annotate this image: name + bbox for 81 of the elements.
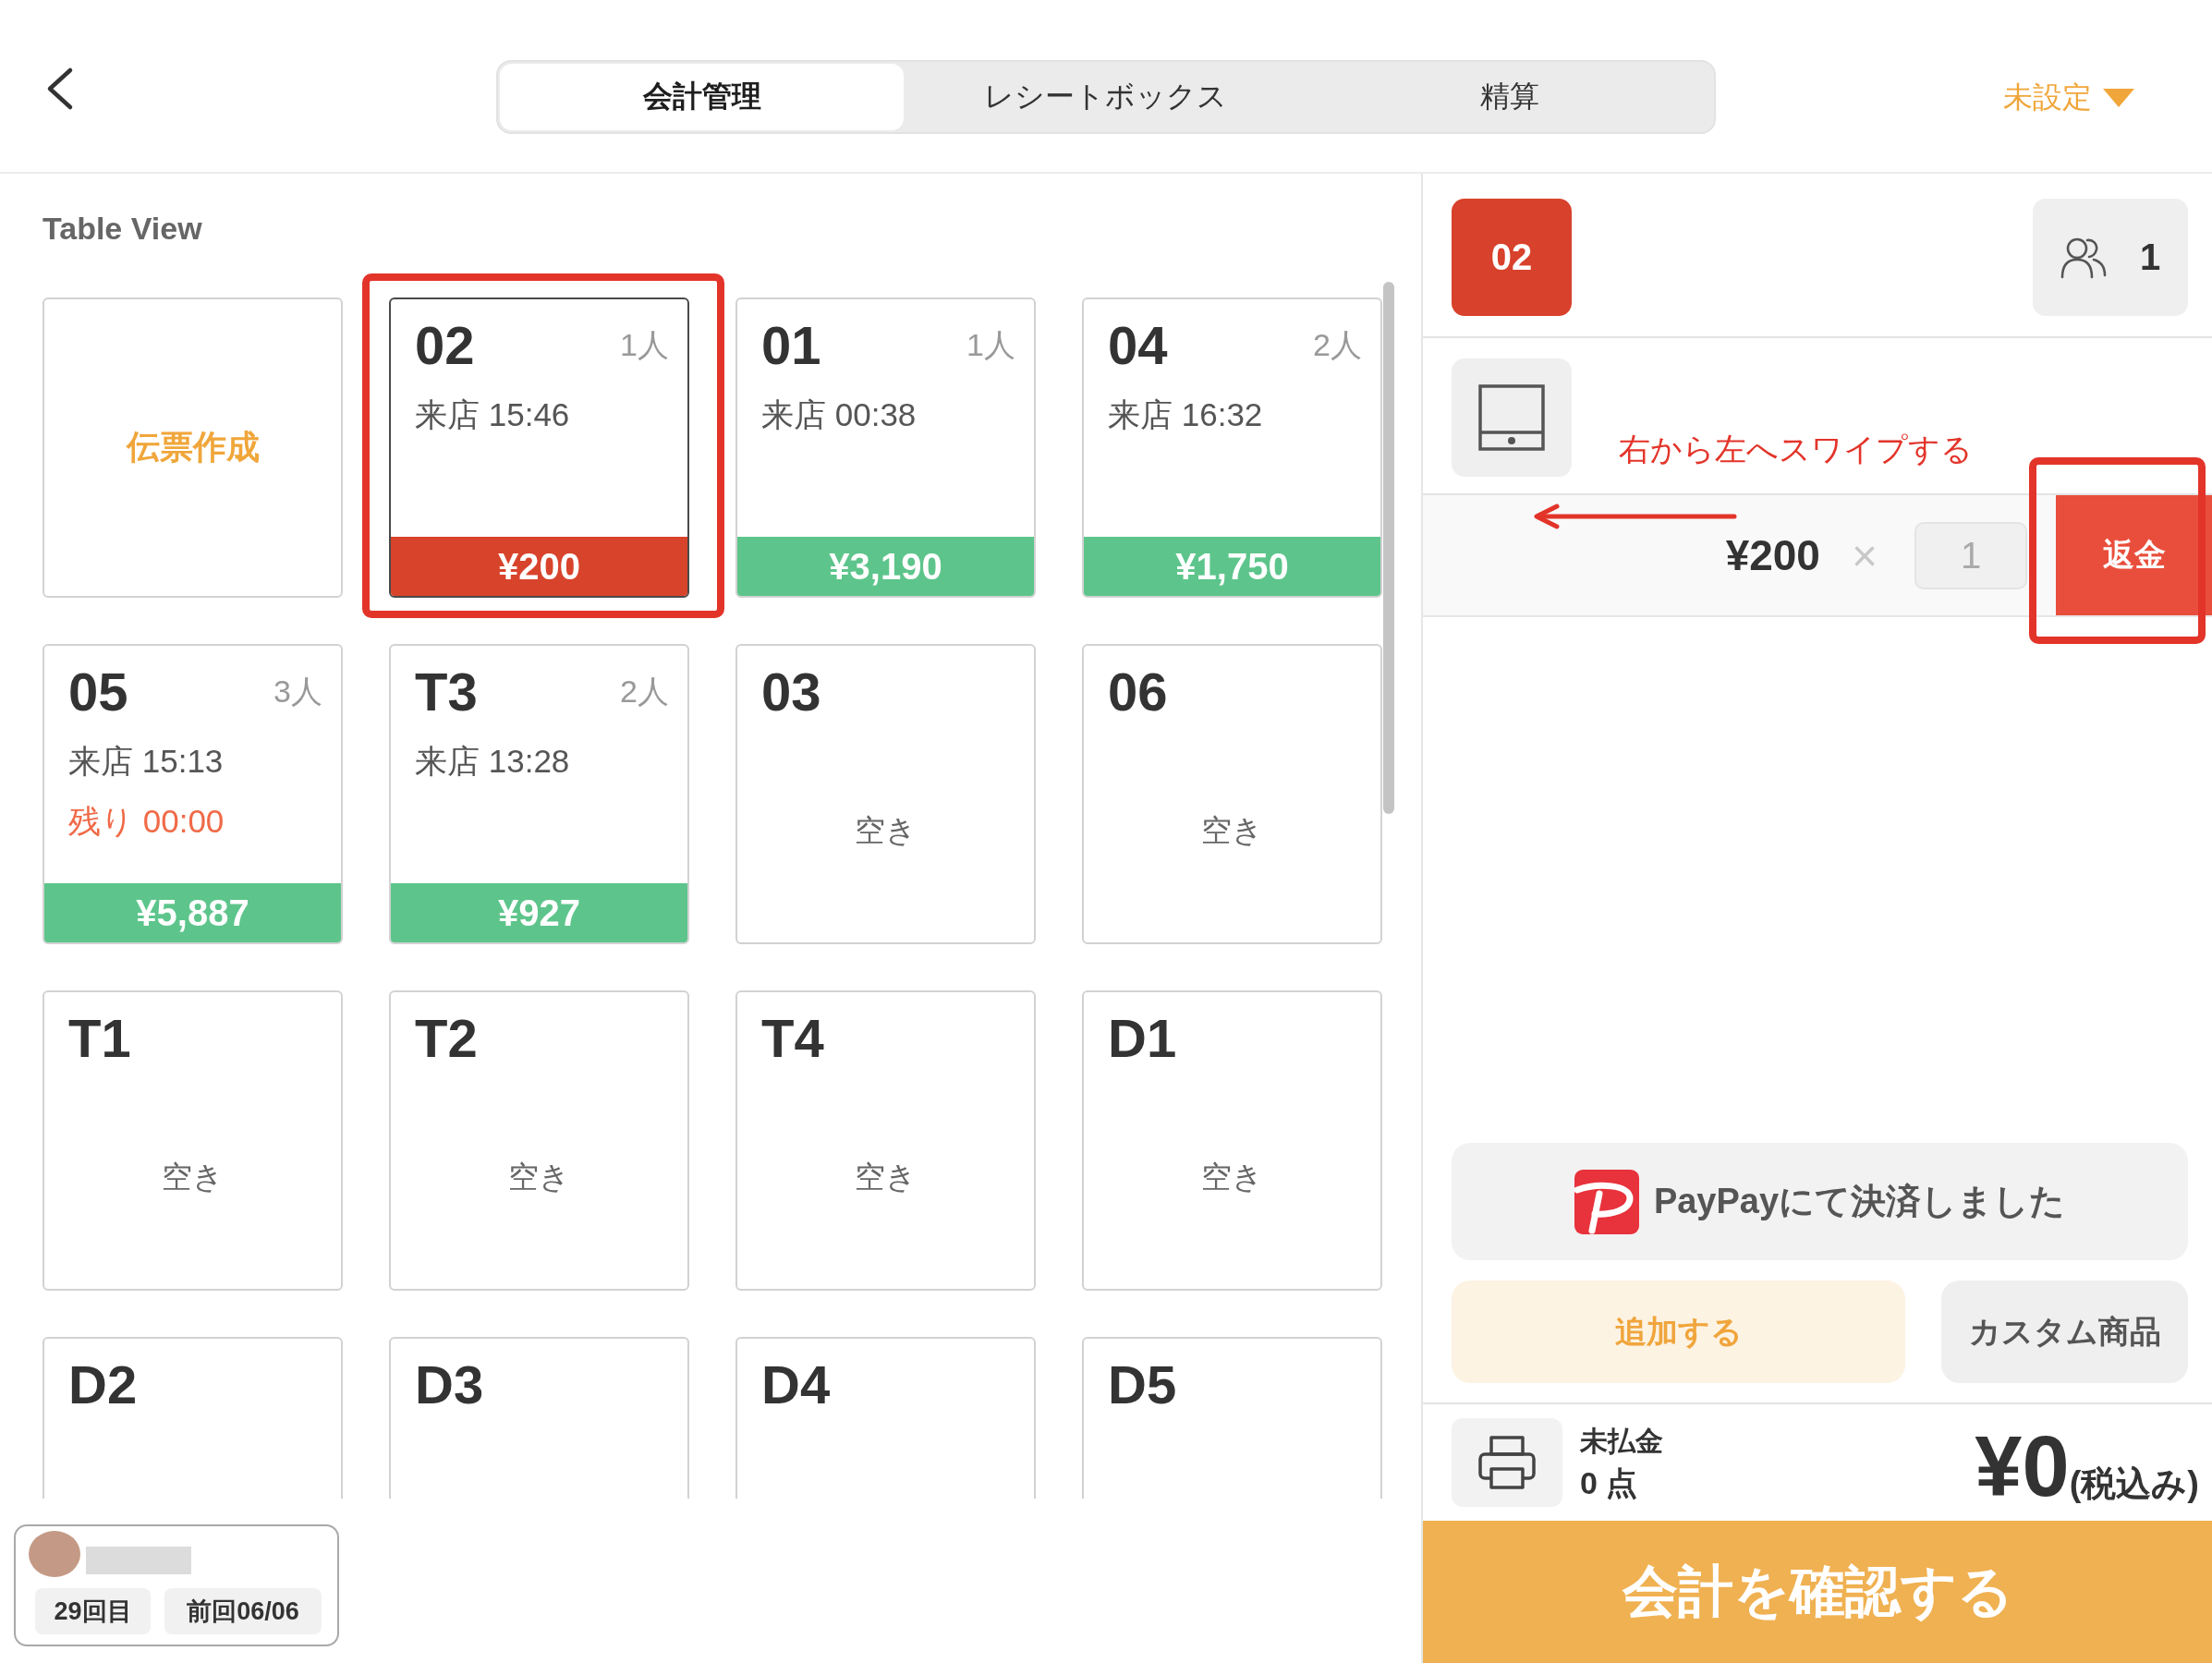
table-card[interactable]: 04 2人 来店 16:32 ¥1,750 <box>1082 297 1382 598</box>
price-bar: ¥1,750 <box>1084 537 1380 596</box>
customer-card[interactable]: 29回目 前回06/06 <box>14 1524 339 1646</box>
payment-method-button[interactable]: PayPayにて決済しました <box>1452 1143 2188 1260</box>
table-card[interactable]: T1 空き <box>43 990 343 1291</box>
table-name: 03 <box>761 664 821 720</box>
vacancy-status: 空き <box>508 1159 570 1196</box>
tab[interactable]: 精算 <box>1307 64 1712 130</box>
table-name: T3 <box>415 664 478 720</box>
table-name: 06 <box>1108 664 1168 720</box>
table-name: 02 <box>415 318 475 373</box>
logo-icon <box>1574 1169 1639 1234</box>
annotation-text: 右から左へスワイプする <box>1619 431 1973 467</box>
price-bar: ¥3,190 <box>737 537 1034 596</box>
table-card[interactable]: T4 空き <box>735 990 1036 1291</box>
last-visit-date: 前回06/06 <box>164 1588 322 1634</box>
table-name: D2 <box>68 1357 138 1413</box>
table-name: D5 <box>1108 1357 1177 1413</box>
custom-item-button[interactable]: カスタム商品 <box>1941 1281 2188 1383</box>
section-title: Table View <box>43 210 202 247</box>
guest-count: 1人 <box>966 326 1015 364</box>
table-card[interactable]: 05 3人 来店 15:13 残り 00:00 ¥5,887 <box>43 644 343 944</box>
table-name: T1 <box>68 1011 131 1066</box>
unpaid-label: 未払金 <box>1580 1425 1663 1458</box>
avatar-placeholder <box>29 1531 80 1577</box>
table-card[interactable]: T3 2人 来店 13:28 ¥927 <box>389 644 689 944</box>
vacancy-status: 空き <box>855 812 917 849</box>
remaining-time: 残り 00:00 <box>68 802 225 841</box>
guest-count: 3人 <box>273 673 322 710</box>
table-name: D3 <box>415 1357 484 1413</box>
table-card[interactable]: 03 空き <box>735 644 1036 944</box>
table-card[interactable]: D1 空き <box>1082 990 1382 1291</box>
table-card[interactable]: 01 1人 来店 00:38 ¥3,190 <box>735 297 1036 598</box>
table-name: T4 <box>761 1011 824 1066</box>
visit-time: 来店 00:38 <box>761 395 917 434</box>
table-name: D1 <box>1108 1011 1177 1066</box>
price-bar: ¥5,887 <box>44 883 341 942</box>
guests-button[interactable]: 1 <box>2033 199 2188 316</box>
table-name: 04 <box>1108 318 1168 373</box>
people-icon <box>2060 236 2107 279</box>
table-card[interactable]: D4 <box>735 1337 1036 1499</box>
guest-count: 1人 <box>620 326 669 364</box>
vacancy-status: 空き <box>1201 1159 1263 1196</box>
table-name: 05 <box>68 664 128 720</box>
multiply-sign: × <box>1851 529 1878 581</box>
vacancy-status: 空き <box>855 1159 917 1196</box>
item-price: ¥200 <box>1725 530 1820 580</box>
total-amount: ¥0 <box>1975 1424 2070 1509</box>
guest-count: 2人 <box>620 673 669 710</box>
visit-count: 29回目 <box>35 1588 151 1634</box>
tab[interactable]: レシートボックス <box>904 64 1308 130</box>
order-item-row[interactable]: ¥200 × 1 返金 <box>1423 495 2212 617</box>
table-number: 02 <box>1452 199 1572 316</box>
table-card[interactable]: 02 1人 来店 15:46 ¥200 <box>389 297 689 598</box>
table-name: 01 <box>761 318 821 373</box>
scrollbar-thumb[interactable] <box>1383 282 1394 814</box>
guest-count: 2人 <box>1313 326 1362 364</box>
device-button[interactable] <box>1452 358 1572 477</box>
table-name: D4 <box>761 1357 831 1413</box>
table-card[interactable]: 06 空き <box>1082 644 1382 944</box>
vacancy-status: 空き <box>1201 812 1263 849</box>
visit-time: 来店 13:28 <box>415 742 570 781</box>
table-card[interactable]: D3 <box>389 1337 689 1499</box>
visit-time: 来店 15:13 <box>68 742 224 781</box>
tax-note: (税込み) <box>2069 1463 2199 1505</box>
table-card[interactable]: D5 <box>1082 1337 1382 1499</box>
print-button[interactable] <box>1452 1418 1562 1507</box>
table-name: T2 <box>415 1011 478 1066</box>
visit-time: 来店 15:46 <box>415 395 570 434</box>
vacancy-status: 空き <box>162 1159 224 1196</box>
item-count: 0 点 <box>1580 1464 1638 1502</box>
table-card[interactable]: D2 <box>43 1337 343 1499</box>
price-bar: ¥200 <box>391 537 687 596</box>
tablet-icon <box>1478 384 1545 451</box>
visit-time: 来店 16:32 <box>1108 395 1263 434</box>
refund-button[interactable]: 返金 <box>2056 495 2212 615</box>
table-card[interactable]: T2 空き <box>389 990 689 1291</box>
tab[interactable]: 会計管理 <box>500 64 905 130</box>
price-bar: ¥927 <box>391 883 687 942</box>
printer-icon <box>1478 1436 1536 1489</box>
caret-down-icon <box>2103 89 2134 107</box>
